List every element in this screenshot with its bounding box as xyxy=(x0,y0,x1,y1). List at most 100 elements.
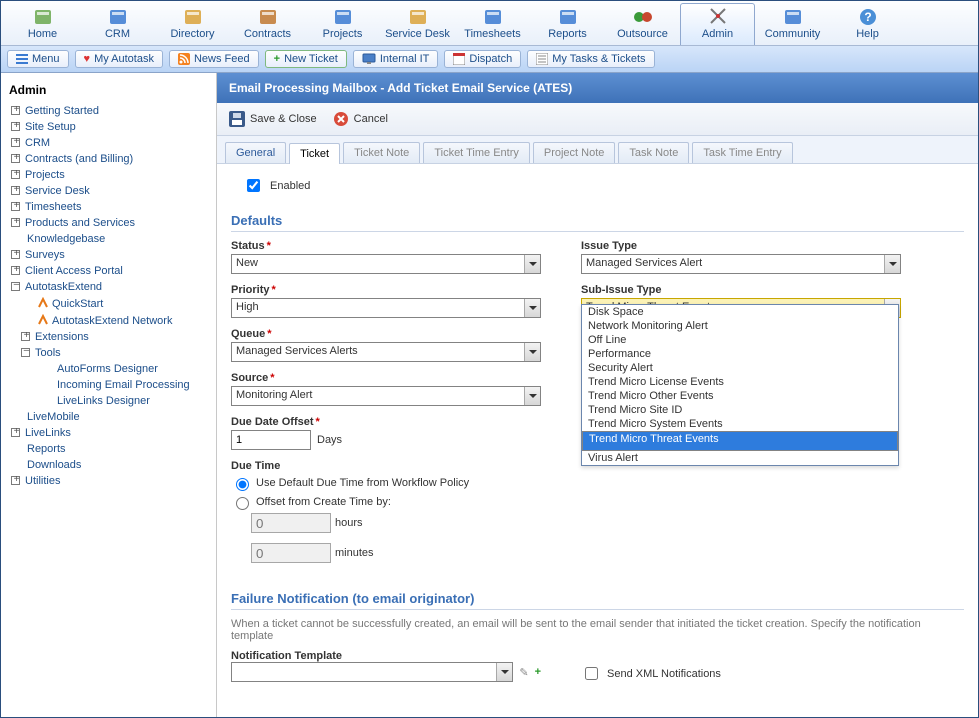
add-template-icon[interactable]: + xyxy=(535,666,541,678)
tree-item[interactable]: Projects xyxy=(7,167,210,183)
notification-template-select[interactable] xyxy=(231,662,513,682)
expand-icon[interactable] xyxy=(11,202,20,211)
tree-item[interactable]: LiveLinks xyxy=(7,425,210,441)
tree-link[interactable]: Client Access Portal xyxy=(25,265,123,277)
tab-project-note[interactable]: Project Note xyxy=(533,142,616,163)
expand-icon[interactable] xyxy=(11,250,20,259)
dispatch-button[interactable]: Dispatch xyxy=(444,50,521,68)
expand-icon[interactable] xyxy=(11,138,20,147)
issue-type-select[interactable]: Managed Services Alert xyxy=(581,254,901,274)
tree-link[interactable]: Surveys xyxy=(25,249,65,261)
tree-link[interactable]: LiveLinks xyxy=(25,427,71,439)
sub-issue-option[interactable]: Trend Micro Other Events xyxy=(582,389,898,403)
sub-issue-option[interactable]: Off Line xyxy=(582,333,898,347)
due-date-offset-input[interactable] xyxy=(231,430,311,450)
nav-home[interactable]: Home xyxy=(5,3,80,45)
my-tasks-button[interactable]: My Tasks & Tickets xyxy=(527,50,654,68)
expand-icon[interactable] xyxy=(11,186,20,195)
tab-task-time-entry[interactable]: Task Time Entry xyxy=(692,142,792,163)
tree-item[interactable]: Site Setup xyxy=(7,119,210,135)
tab-ticket[interactable]: Ticket xyxy=(289,143,340,164)
tree-link[interactable]: Products and Services xyxy=(25,217,135,229)
priority-select[interactable]: High xyxy=(231,298,541,318)
menu-button[interactable]: Menu xyxy=(7,50,69,68)
tree-link[interactable]: Reports xyxy=(27,443,66,455)
sub-issue-option[interactable]: Security Alert xyxy=(582,361,898,375)
sub-issue-option[interactable]: Virus Alert xyxy=(582,451,898,465)
tree-link[interactable]: CRM xyxy=(25,137,50,149)
expand-icon[interactable] xyxy=(11,218,20,227)
expand-icon[interactable] xyxy=(11,170,20,179)
nav-admin[interactable]: Admin xyxy=(680,3,755,45)
sub-issue-option[interactable]: Disk Space xyxy=(582,305,898,319)
tree-item[interactable]: Utilities xyxy=(7,473,210,489)
tree-item[interactable]: CRM xyxy=(7,135,210,151)
save-close-button[interactable]: Save & Close xyxy=(225,109,321,129)
tree-link[interactable]: LiveLinks Designer xyxy=(57,395,150,407)
due-time-default-radio[interactable] xyxy=(236,478,249,491)
nav-contracts[interactable]: Contracts xyxy=(230,3,305,45)
edit-template-icon[interactable]: ✎ xyxy=(519,666,528,679)
expand-icon[interactable] xyxy=(11,266,20,275)
expand-icon[interactable] xyxy=(11,154,20,163)
collapse-icon[interactable] xyxy=(11,282,20,291)
sub-issue-option[interactable]: Trend Micro Threat Events xyxy=(582,431,898,451)
enabled-checkbox[interactable] xyxy=(247,179,260,192)
tree-link[interactable]: Service Desk xyxy=(25,185,90,197)
tree-item[interactable]: AutotaskExtend Network xyxy=(7,312,210,329)
collapse-icon[interactable] xyxy=(21,348,30,357)
tree-item[interactable]: Contracts (and Billing) xyxy=(7,151,210,167)
sub-issue-option[interactable]: Trend Micro Site ID xyxy=(582,403,898,417)
nav-help[interactable]: ?Help xyxy=(830,3,905,45)
my-autotask-button[interactable]: ♥ My Autotask xyxy=(75,50,163,68)
tree-item[interactable]: AutoForms Designer xyxy=(7,361,210,377)
tab-general[interactable]: General xyxy=(225,142,286,163)
tree-link[interactable]: Getting Started xyxy=(25,105,99,117)
tree-link[interactable]: Knowledgebase xyxy=(27,233,105,245)
tree-item[interactable]: Tools xyxy=(7,345,210,361)
tree-link[interactable]: AutotaskExtend Network xyxy=(52,315,172,327)
queue-select[interactable]: Managed Services Alerts xyxy=(231,342,541,362)
nav-projects[interactable]: Projects xyxy=(305,3,380,45)
nav-crm[interactable]: CRM xyxy=(80,3,155,45)
send-xml-checkbox[interactable] xyxy=(585,667,598,680)
cancel-button[interactable]: Cancel xyxy=(329,109,392,129)
tree-item[interactable]: LiveLinks Designer xyxy=(7,393,210,409)
tree-item[interactable]: Getting Started xyxy=(7,103,210,119)
internal-it-button[interactable]: Internal IT xyxy=(353,50,439,68)
tree-link[interactable]: Site Setup xyxy=(25,121,76,133)
nav-reports[interactable]: Reports xyxy=(530,3,605,45)
tree-link[interactable]: Timesheets xyxy=(25,201,81,213)
tree-item[interactable]: Timesheets xyxy=(7,199,210,215)
tree-item[interactable]: AutotaskExtend xyxy=(7,279,210,295)
nav-timesheets[interactable]: Timesheets xyxy=(455,3,530,45)
due-time-offset-radio[interactable] xyxy=(236,497,249,510)
tree-item[interactable]: Downloads xyxy=(7,457,210,473)
expand-icon[interactable] xyxy=(11,122,20,131)
new-ticket-button[interactable]: + New Ticket xyxy=(265,50,347,68)
tree-item[interactable]: Reports xyxy=(7,441,210,457)
tab-task-note[interactable]: Task Note xyxy=(618,142,689,163)
expand-icon[interactable] xyxy=(21,332,30,341)
nav-service-desk[interactable]: Service Desk xyxy=(380,3,455,45)
source-select[interactable]: Monitoring Alert xyxy=(231,386,541,406)
tree-item[interactable]: Service Desk xyxy=(7,183,210,199)
nav-community[interactable]: Community xyxy=(755,3,830,45)
tree-link[interactable]: AutotaskExtend xyxy=(25,281,102,293)
expand-icon[interactable] xyxy=(11,106,20,115)
tree-link[interactable]: Extensions xyxy=(35,331,89,343)
expand-icon[interactable] xyxy=(11,428,20,437)
tree-item[interactable]: Client Access Portal xyxy=(7,263,210,279)
tree-item[interactable]: Knowledgebase xyxy=(7,231,210,247)
tab-ticket-note[interactable]: Ticket Note xyxy=(343,142,420,163)
tree-link[interactable]: LiveMobile xyxy=(27,411,80,423)
due-time-hours-input[interactable] xyxy=(251,513,331,533)
sub-issue-option[interactable]: Network Monitoring Alert xyxy=(582,319,898,333)
tree-item[interactable]: LiveMobile xyxy=(7,409,210,425)
tree-link[interactable]: QuickStart xyxy=(52,298,103,310)
tree-link[interactable]: Incoming Email Processing xyxy=(57,379,190,391)
expand-icon[interactable] xyxy=(11,476,20,485)
tree-item[interactable]: Products and Services xyxy=(7,215,210,231)
tree-link[interactable]: Utilities xyxy=(25,475,60,487)
tree-link[interactable]: Downloads xyxy=(27,459,81,471)
